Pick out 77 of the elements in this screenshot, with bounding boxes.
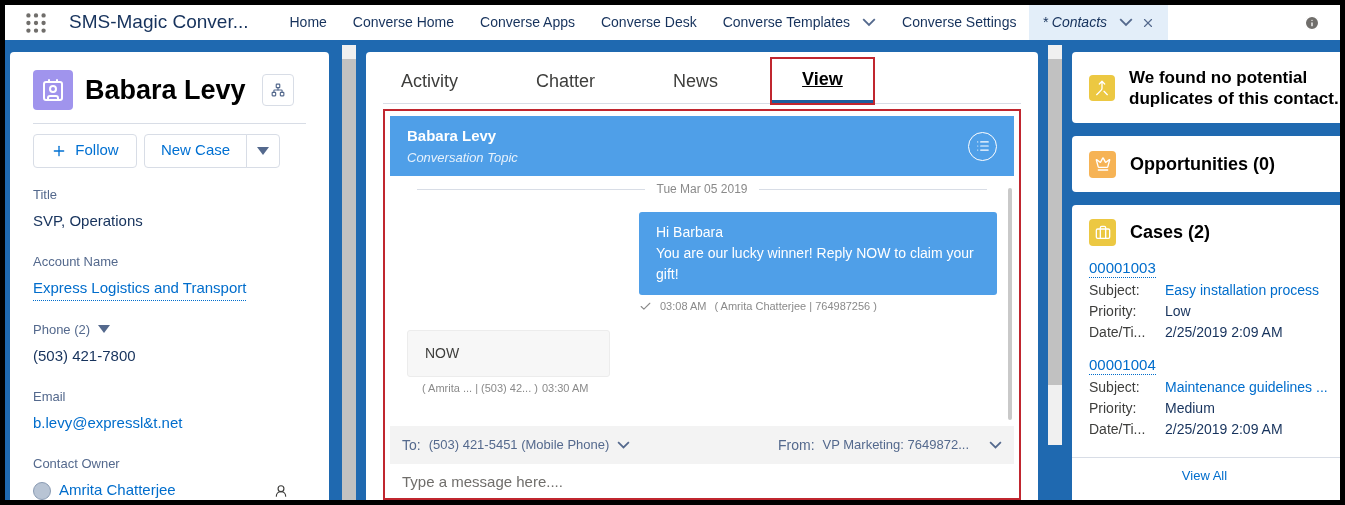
field-label: Title: [33, 185, 58, 204]
change-owner-icon[interactable]: [274, 483, 288, 498]
list-icon: [975, 139, 990, 153]
view-all-link[interactable]: View All: [1181, 466, 1228, 486]
hierarchy-icon: [270, 83, 285, 98]
chevron-down-icon: [617, 441, 631, 449]
message-time: 03:30 AM: [541, 380, 589, 396]
scrollbar[interactable]: [342, 45, 356, 500]
briefcase-glyph-icon: [1094, 224, 1111, 241]
case-subject-link[interactable]: Easy installation process: [1165, 280, 1320, 301]
duplicates-message: We found no potential duplicates of this contact.: [1129, 66, 1340, 109]
app-name: SMS-Magic Conver...: [69, 10, 249, 35]
date-divider: Tue Mar 05 2019: [656, 181, 748, 198]
message-input[interactable]: Type a message here....: [390, 464, 1014, 498]
tab[interactable]: News: [655, 59, 737, 103]
case-field-value: Medium: [1165, 399, 1215, 418]
tab[interactable]: Activity: [383, 59, 476, 103]
field-label: Phone (2): [33, 320, 91, 339]
case-field-value: Low: [1165, 302, 1191, 321]
message-time: 03:08 AM: [660, 299, 707, 314]
crown-glyph-icon: [1094, 156, 1111, 172]
case-number-link[interactable]: 00001003: [1089, 258, 1156, 278]
case-field-label: Subject:: [1089, 378, 1141, 397]
nav-tab[interactable]: Converse Desk: [587, 5, 710, 40]
nav-tab[interactable]: * Contacts: [1029, 5, 1169, 40]
nav-tab[interactable]: Converse Home: [339, 5, 467, 40]
tab[interactable]: Chatter: [518, 59, 614, 103]
outgoing-message: Hi Barbara You are our lucky winner! Reply NOW to claim your gift!: [639, 212, 997, 295]
caret-down-icon: [257, 146, 269, 155]
chevron-down-icon: [1119, 18, 1134, 27]
case-field-label: Priority:: [1089, 399, 1138, 418]
record-name: Babara Levy: [85, 74, 246, 107]
field-value: SVP, Operations: [33, 211, 144, 231]
chevron-down-icon: [862, 18, 877, 27]
field-label: Contact Owner: [33, 454, 120, 473]
info-icon[interactable]: [1304, 14, 1320, 31]
nav-tab[interactable]: Home: [276, 5, 340, 40]
account-link[interactable]: Express Logistics and Transport: [33, 277, 247, 301]
nav-tab[interactable]: Converse Apps: [467, 5, 588, 40]
case-field-label: Priority:: [1089, 302, 1138, 321]
dropdown-icon: [98, 325, 111, 334]
field-label: Email: [33, 387, 66, 406]
owner-link[interactable]: Amrita Chatterjee: [59, 479, 176, 500]
tab[interactable]: View: [772, 59, 873, 103]
from-label: From:: [777, 435, 815, 455]
scrollbar[interactable]: [1008, 188, 1012, 420]
follow-button[interactable]: Follow: [33, 133, 137, 168]
merge-arrow-icon: [1094, 79, 1110, 96]
conversation-topic: Conversation Topic: [407, 148, 518, 167]
nav-tab[interactable]: Converse Templates: [709, 5, 890, 40]
from-selector[interactable]: VP Marketing: 7649872...: [822, 435, 1002, 455]
card-title: Cases (2): [1130, 221, 1211, 244]
phone-value: (503) 421-7800: [33, 346, 137, 366]
case-field-label: Date/Ti...: [1089, 323, 1147, 342]
message-sender: ( Amrita Chatterjee | 764987256 ): [714, 299, 877, 314]
message-sender: ( Amrita ... | (503) 42... ): [422, 380, 538, 396]
case-field-label: Subject:: [1089, 281, 1141, 300]
case-subject-link[interactable]: Maintenance guidelines ...: [1165, 377, 1328, 398]
nav-tab[interactable]: Converse Settings: [889, 5, 1030, 40]
more-actions-button[interactable]: [246, 133, 280, 168]
case-field-value: 2/25/2019 2:09 AM: [1165, 323, 1283, 342]
case-field-value: 2/25/2019 2:09 AM: [1165, 420, 1283, 439]
case-field-label: Date/Ti...: [1089, 420, 1147, 439]
email-link[interactable]: b.levy@expressl&t.net: [33, 412, 183, 435]
new-case-button[interactable]: New Case: [144, 133, 247, 168]
chevron-down-icon: [989, 441, 1002, 449]
scrollbar[interactable]: [1048, 45, 1062, 445]
avatar: [33, 481, 51, 500]
case-number-link[interactable]: 00001004: [1089, 355, 1156, 375]
contact-card-icon: [41, 78, 65, 103]
to-label: To:: [402, 435, 421, 455]
conversation-contact: Babara Levy: [407, 126, 498, 146]
field-label: Account Name: [33, 252, 119, 271]
to-selector[interactable]: (503) 421-5451 (Mobile Phone): [428, 435, 631, 455]
incoming-message: NOW: [407, 329, 610, 377]
card-title: Opportunities (0): [1130, 152, 1275, 176]
hierarchy-button[interactable]: [261, 74, 294, 107]
